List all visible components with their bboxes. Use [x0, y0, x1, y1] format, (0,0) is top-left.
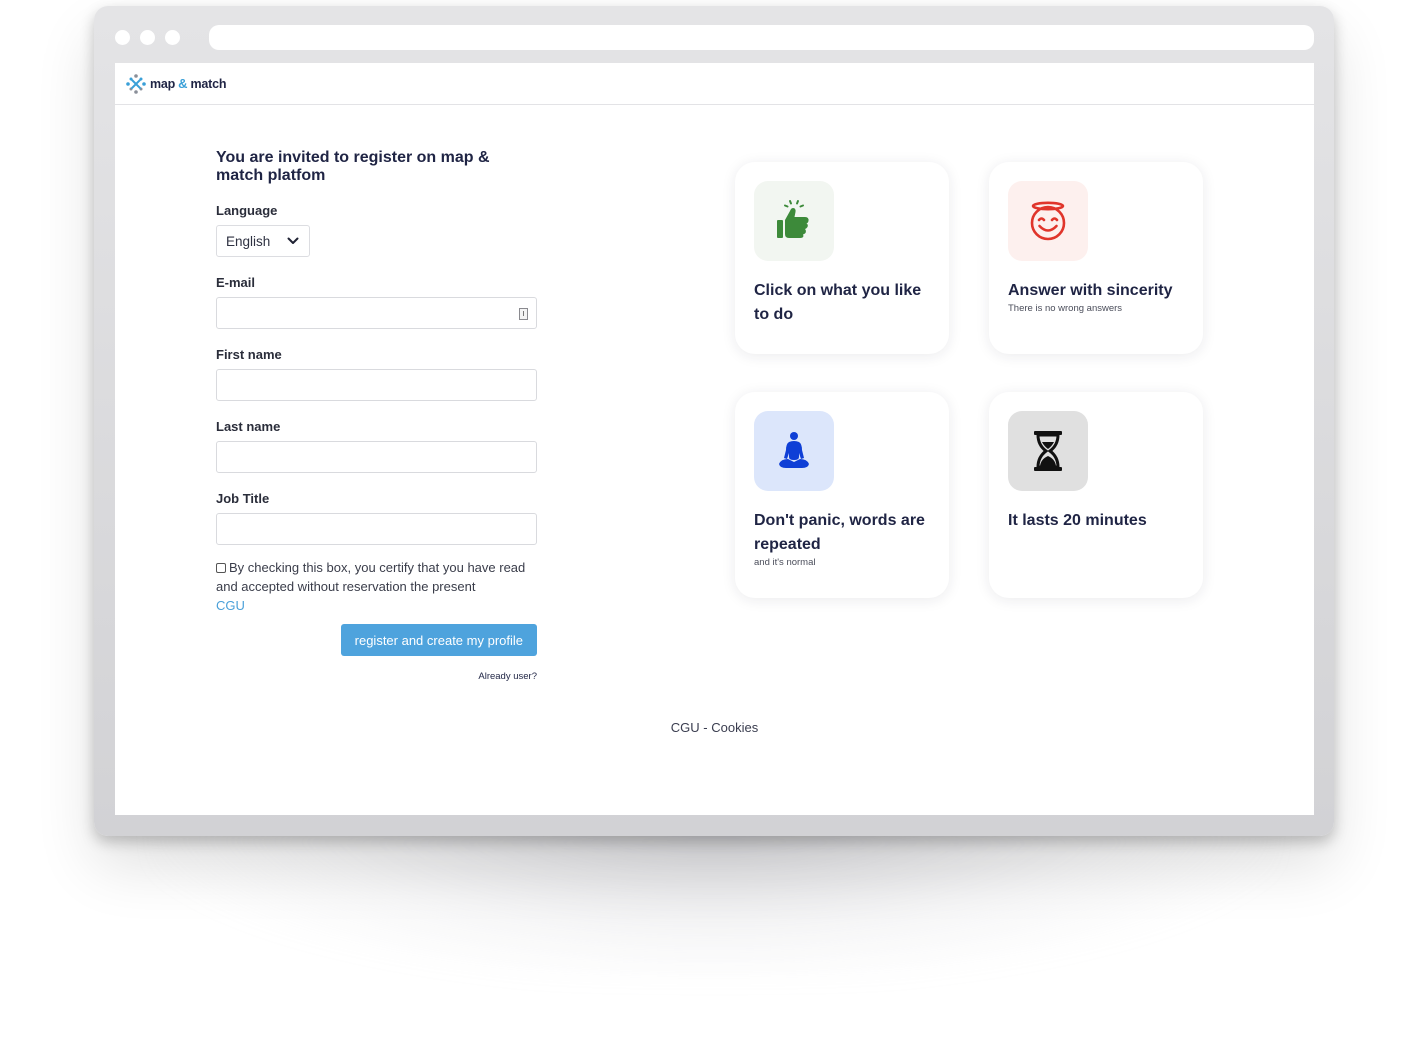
logo-text-match: match	[190, 76, 227, 91]
info-card-duration: It lasts 20 minutes	[989, 392, 1203, 598]
language-select[interactable]: English	[216, 225, 310, 257]
card-title-text: It lasts 20 minutes	[1008, 512, 1147, 529]
logo[interactable]: map & match	[125, 73, 227, 95]
icon-box	[1008, 411, 1088, 491]
card-title: It lasts 20 minutes	[1008, 509, 1193, 533]
last-name-label: Last name	[216, 419, 281, 434]
browser-drop-shadow	[150, 820, 1278, 980]
footer-links[interactable]: CGU - Cookies	[115, 720, 1314, 735]
form-title: You are invited to register on map & mat…	[216, 149, 490, 184]
window-minimize-button[interactable]	[140, 30, 155, 45]
card-title: Answer with sincerity There is no wrong …	[1008, 279, 1193, 315]
card-title: Don't panic, words are repeated and it's…	[754, 509, 939, 569]
first-name-label: First name	[216, 347, 282, 362]
address-bar[interactable]	[209, 25, 1314, 50]
thumbs-up-icon	[777, 200, 809, 238]
logo-ampersand: &	[178, 76, 188, 91]
info-card-dont-panic: Don't panic, words are repeated and it's…	[735, 392, 949, 598]
autofill-contact-icon[interactable]	[519, 308, 528, 320]
icon-box	[754, 411, 834, 491]
consent-text: By checking this box, you certify that y…	[216, 560, 526, 594]
hourglass-icon	[1034, 431, 1062, 471]
smiling-halo-icon	[1030, 201, 1066, 241]
info-card-sincerity: Answer with sincerity There is no wrong …	[989, 162, 1203, 354]
browser-window: map & match You are invited to register …	[94, 6, 1334, 836]
icon-box	[754, 181, 834, 261]
job-title-label: Job Title	[216, 491, 270, 506]
logo-text-map: map	[150, 76, 176, 91]
top-navbar: map & match	[115, 63, 1314, 105]
map-match-logo-icon	[126, 73, 146, 94]
consent-row: By checking this box, you certify that y…	[216, 558, 537, 615]
card-subtitle: There is no wrong answers	[1008, 303, 1123, 314]
chevron-down-icon	[287, 237, 299, 244]
card-title-text: Answer with sincerity	[1008, 282, 1173, 299]
window-maximize-button[interactable]	[165, 30, 180, 45]
last-name-field[interactable]	[216, 441, 537, 473]
submit-row: register and create my profile	[216, 624, 537, 656]
meditation-icon	[779, 432, 809, 468]
card-title-text: Don't panic, words are repeated	[754, 512, 925, 553]
card-title-text: Click on what you like to do	[754, 282, 922, 323]
info-card-like: Click on what you like to do	[735, 162, 949, 354]
registration-form: You are invited to register on map & mat…	[216, 149, 537, 682]
icon-box	[1008, 181, 1088, 261]
window-close-button[interactable]	[115, 30, 130, 45]
first-name-field[interactable]	[216, 369, 537, 401]
language-label: Language	[216, 203, 278, 218]
register-button[interactable]: register and create my profile	[340, 624, 537, 656]
page-viewport: map & match You are invited to register …	[115, 63, 1314, 815]
email-field[interactable]	[216, 297, 537, 329]
card-subtitle: and it's normal	[754, 557, 816, 568]
consent-checkbox[interactable]	[216, 563, 226, 573]
language-value: English	[226, 233, 271, 249]
card-title: Click on what you like to do	[754, 279, 939, 327]
cgu-link[interactable]: CGU	[216, 596, 245, 615]
already-user-link[interactable]: Already user?	[216, 671, 537, 682]
job-title-field[interactable]	[216, 513, 537, 545]
email-label: E-mail	[216, 275, 256, 290]
